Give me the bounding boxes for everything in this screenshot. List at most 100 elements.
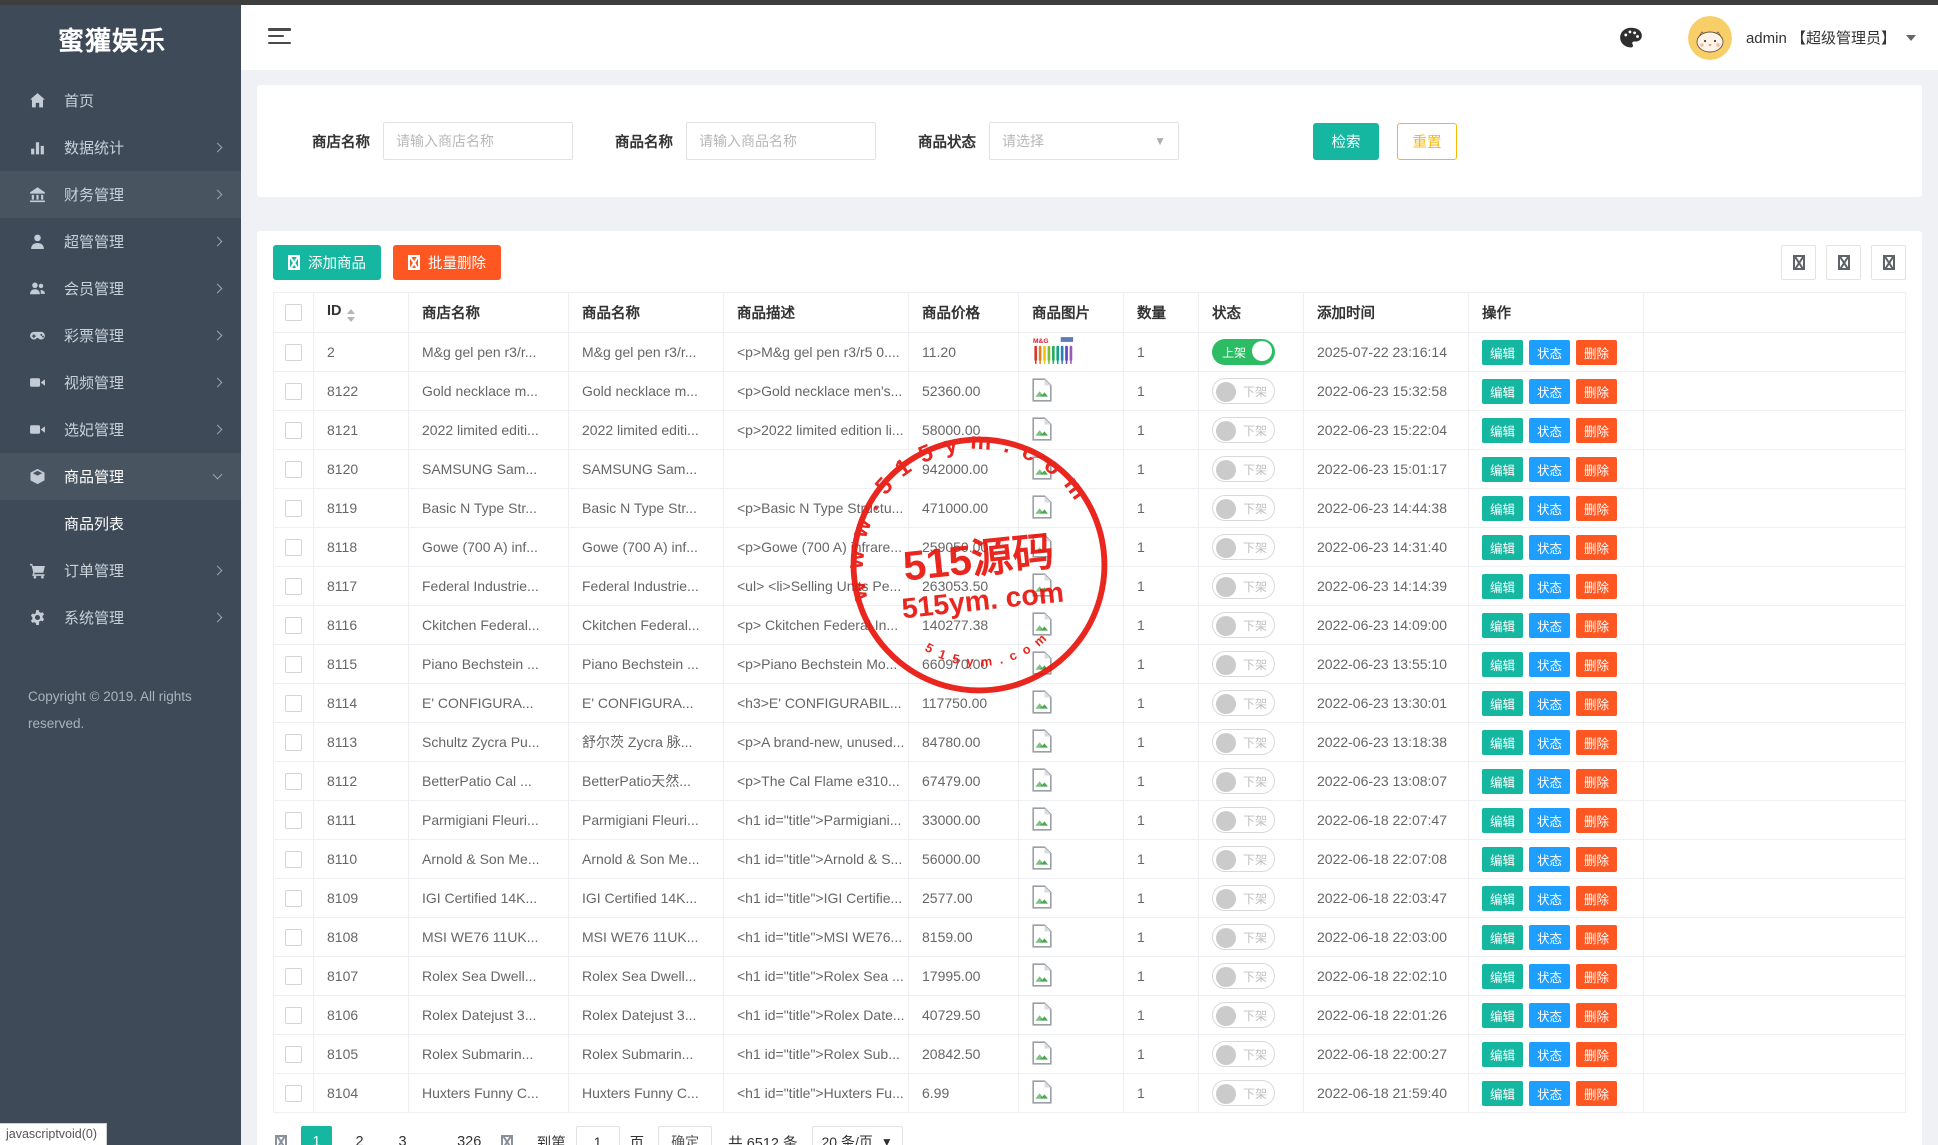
store-name-input[interactable] [383,122,573,160]
edit-button[interactable]: 编辑 [1482,457,1523,482]
delete-button[interactable]: 删除 [1576,769,1617,794]
edit-button[interactable]: 编辑 [1482,808,1523,833]
row-status-button[interactable]: 状态 [1529,418,1570,443]
edit-button[interactable]: 编辑 [1482,340,1523,365]
status-toggle[interactable]: 下架 [1212,690,1275,716]
sidebar-item-home[interactable]: 首页 [0,77,241,124]
delete-button[interactable]: 删除 [1576,925,1617,950]
row-checkbox[interactable] [285,617,302,634]
row-checkbox[interactable] [285,695,302,712]
delete-button[interactable]: 删除 [1576,457,1617,482]
status-toggle[interactable]: 下架 [1212,417,1275,443]
edit-button[interactable]: 编辑 [1482,886,1523,911]
row-checkbox[interactable] [285,500,302,517]
table-tool-export-icon[interactable] [1826,245,1861,280]
delete-button[interactable]: 删除 [1576,964,1617,989]
status-toggle[interactable]: 下架 [1212,924,1275,950]
edit-button[interactable]: 编辑 [1482,1003,1523,1028]
row-checkbox[interactable] [285,344,302,361]
delete-button[interactable]: 删除 [1576,574,1617,599]
status-toggle[interactable]: 下架 [1212,573,1275,599]
add-product-button[interactable]: 添加商品 [273,245,381,280]
sidebar-item-members[interactable]: 会员管理 [0,265,241,312]
row-checkbox[interactable] [285,851,302,868]
status-toggle[interactable]: 下架 [1212,807,1275,833]
edit-button[interactable]: 编辑 [1482,847,1523,872]
delete-button[interactable]: 删除 [1576,1042,1617,1067]
edit-button[interactable]: 编辑 [1482,379,1523,404]
row-checkbox[interactable] [285,461,302,478]
status-toggle[interactable]: 下架 [1212,456,1275,482]
row-status-button[interactable]: 状态 [1529,1081,1570,1106]
sidebar-item-goods[interactable]: 商品管理 [0,453,241,500]
edit-button[interactable]: 编辑 [1482,1042,1523,1067]
edit-button[interactable]: 编辑 [1482,652,1523,677]
row-checkbox[interactable] [285,422,302,439]
row-status-button[interactable]: 状态 [1529,457,1570,482]
sidebar-item-video[interactable]: 视频管理 [0,359,241,406]
edit-button[interactable]: 编辑 [1482,496,1523,521]
row-status-button[interactable]: 状态 [1529,340,1570,365]
sidebar-item-admins[interactable]: 超管管理 [0,218,241,265]
prev-page-button[interactable] [275,1135,287,1145]
delete-button[interactable]: 删除 [1576,340,1617,365]
row-status-button[interactable]: 状态 [1529,574,1570,599]
edit-button[interactable]: 编辑 [1482,418,1523,443]
sidebar-item-goods-list[interactable]: 商品列表 [0,500,241,547]
jump-page-input[interactable] [576,1126,620,1145]
page-button-1[interactable]: 1 [301,1126,332,1145]
row-checkbox[interactable] [285,734,302,751]
row-status-button[interactable]: 状态 [1529,652,1570,677]
row-checkbox[interactable] [285,1085,302,1102]
select-all-checkbox[interactable] [285,304,302,321]
status-toggle[interactable]: 上架 [1212,339,1275,365]
sidebar-item-orders[interactable]: 订单管理 [0,547,241,594]
row-status-button[interactable]: 状态 [1529,379,1570,404]
row-checkbox[interactable] [285,539,302,556]
row-status-button[interactable]: 状态 [1529,964,1570,989]
row-checkbox[interactable] [285,812,302,829]
row-status-button[interactable]: 状态 [1529,613,1570,638]
delete-button[interactable]: 删除 [1576,613,1617,638]
row-checkbox[interactable] [285,1007,302,1024]
sidebar-item-finance[interactable]: 财务管理 [0,171,241,218]
row-status-button[interactable]: 状态 [1529,691,1570,716]
status-toggle[interactable]: 下架 [1212,495,1275,521]
page-size-select[interactable]: 20 条/页▼ [812,1126,903,1145]
row-status-button[interactable]: 状态 [1529,730,1570,755]
row-checkbox[interactable] [285,929,302,946]
search-button[interactable]: 检索 [1313,123,1379,160]
row-status-button[interactable]: 状态 [1529,1042,1570,1067]
status-toggle[interactable]: 下架 [1212,885,1275,911]
edit-button[interactable]: 编辑 [1482,925,1523,950]
delete-button[interactable]: 删除 [1576,652,1617,677]
status-toggle[interactable]: 下架 [1212,729,1275,755]
sidebar-item-lottery[interactable]: 彩票管理 [0,312,241,359]
table-tool-print-icon[interactable] [1871,245,1906,280]
row-status-button[interactable]: 状态 [1529,808,1570,833]
delete-button[interactable]: 删除 [1576,1081,1617,1106]
status-toggle[interactable]: 下架 [1212,1041,1275,1067]
page-button-326[interactable]: 326 [454,1126,485,1145]
admin-name[interactable]: admin 【超级管理员】 [1746,27,1896,48]
sort-icon[interactable] [347,309,355,322]
edit-button[interactable]: 编辑 [1482,535,1523,560]
page-button-3[interactable]: 3 [387,1126,418,1145]
row-status-button[interactable]: 状态 [1529,847,1570,872]
delete-button[interactable]: 删除 [1576,808,1617,833]
delete-button[interactable]: 删除 [1576,418,1617,443]
product-name-input[interactable] [686,122,876,160]
page-button-2[interactable]: 2 [344,1126,375,1145]
column-header-0[interactable]: ID [314,293,409,333]
row-checkbox[interactable] [285,578,302,595]
delete-button[interactable]: 删除 [1576,379,1617,404]
edit-button[interactable]: 编辑 [1482,769,1523,794]
row-status-button[interactable]: 状态 [1529,496,1570,521]
sidebar-item-stats[interactable]: 数据统计 [0,124,241,171]
reset-button[interactable]: 重置 [1397,123,1457,160]
delete-button[interactable]: 删除 [1576,535,1617,560]
row-status-button[interactable]: 状态 [1529,1003,1570,1028]
theme-palette-icon[interactable] [1618,25,1644,51]
row-checkbox[interactable] [285,1046,302,1063]
status-toggle[interactable]: 下架 [1212,534,1275,560]
